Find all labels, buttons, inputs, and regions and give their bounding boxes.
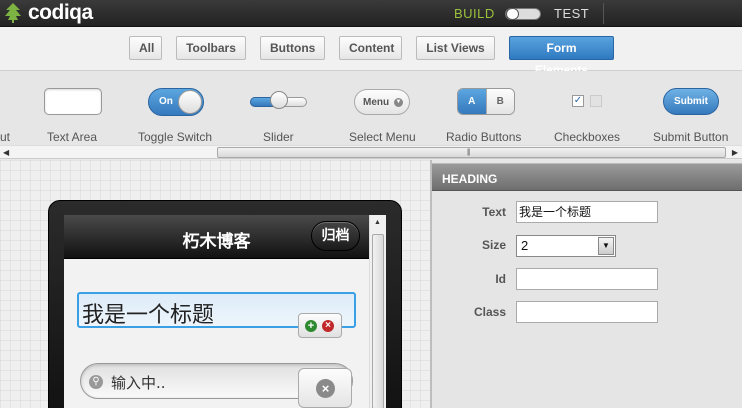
properties-panel: HEADING Text 我是一个标题 Size 2 ▼ Id Class [432,160,742,408]
device-screen[interactable]: 朽木博客 归档 我是一个标题 + × ⚲ 输入中.. × ▲ [64,215,386,408]
scroll-right-icon[interactable]: ▶ [732,148,738,157]
properties-title: HEADING [442,172,498,186]
grip-icon: ||| [467,149,471,156]
toggle-on-label: On [159,96,173,107]
palette-text-area[interactable] [44,88,102,115]
build-test-toggle[interactable] [505,8,541,20]
search-icon: ⚲ [89,375,103,389]
tab-form-elements[interactable]: Form Elements [509,36,614,77]
properties-header: HEADING [432,163,742,191]
logo-text: codiqa [28,1,93,24]
select-menu-text: Menu [363,97,390,108]
text-field[interactable]: 我是一个标题 [516,201,658,223]
text-label: Text [482,205,506,219]
checkbox-checked[interactable]: ✓ [572,95,584,107]
scroll-up-icon[interactable]: ▲ [374,219,381,226]
tab-toolbars[interactable]: Toolbars [176,36,246,60]
palette-scrollbar[interactable]: ◀ ||| ▶ [0,145,742,159]
id-label: Id [495,272,506,286]
search-input-text: 输入中.. [111,374,166,392]
delete-icon[interactable]: × [322,320,334,332]
close-icon[interactable]: × [316,379,335,398]
heading-text: 我是一个标题 [82,303,215,328]
divider [603,3,604,24]
build-mode-label[interactable]: BUILD [454,6,495,21]
toggle-knob [506,8,519,20]
palette-select-menu[interactable]: Menu ▼ [354,89,410,115]
radio-b: B [485,89,514,114]
size-label: Size [481,238,506,252]
toggle-knob [178,90,202,114]
palette-label-text-area: Text Area [47,130,98,144]
archive-button[interactable]: 归档 [311,221,360,251]
radio-a: A [458,89,486,114]
palette-label-checkboxes: Checkboxes [554,130,621,144]
palette-label-toggle-switch: Toggle Switch [138,130,213,144]
tab-list-views[interactable]: List Views [416,36,495,60]
palette-toggle-switch[interactable]: On [148,88,204,116]
screen-scrollbar[interactable]: ▲ [369,215,386,408]
tab-content[interactable]: Content [339,36,402,60]
tab-buttons[interactable]: Buttons [260,36,325,60]
size-select-value: 2 [521,238,529,253]
element-tools-search: × [298,368,352,408]
palette-label-cut: ut [0,130,11,144]
id-field[interactable] [516,268,658,290]
palette-label-radio-buttons: Radio Buttons [446,130,522,144]
mobile-header[interactable]: 朽木博客 归档 [64,215,369,259]
tab-all[interactable]: All [129,36,162,60]
palette-label-submit-button: Submit Button [653,130,729,144]
add-icon[interactable]: + [305,320,317,332]
size-select[interactable]: 2 ▼ [516,235,616,257]
checkbox-unchecked[interactable] [590,95,602,107]
class-label: Class [473,305,506,319]
palette-label-slider: Slider [263,130,294,144]
slider-knob[interactable] [270,91,288,109]
chevron-down-icon[interactable]: ▼ [598,237,614,255]
palette-label-select-menu: Select Menu [349,130,416,144]
palette-radio-buttons[interactable]: A B [457,88,515,115]
element-tools: + × [298,313,342,338]
palette-submit-button[interactable]: Submit [663,88,719,115]
scrollbar-thumb[interactable] [372,234,384,408]
logo[interactable]: codiqa [4,1,93,24]
test-mode-label[interactable]: TEST [554,6,589,21]
scroll-left-icon[interactable]: ◀ [3,148,9,157]
chevron-down-icon: ▼ [394,98,403,107]
scrollbar-thumb[interactable]: ||| [217,147,726,158]
top-bar: codiqa BUILD TEST [0,0,742,27]
category-bar: All Toolbars Buttons Content List Views … [0,27,742,77]
leaf-logo-icon [5,3,21,23]
class-field[interactable] [516,301,658,323]
